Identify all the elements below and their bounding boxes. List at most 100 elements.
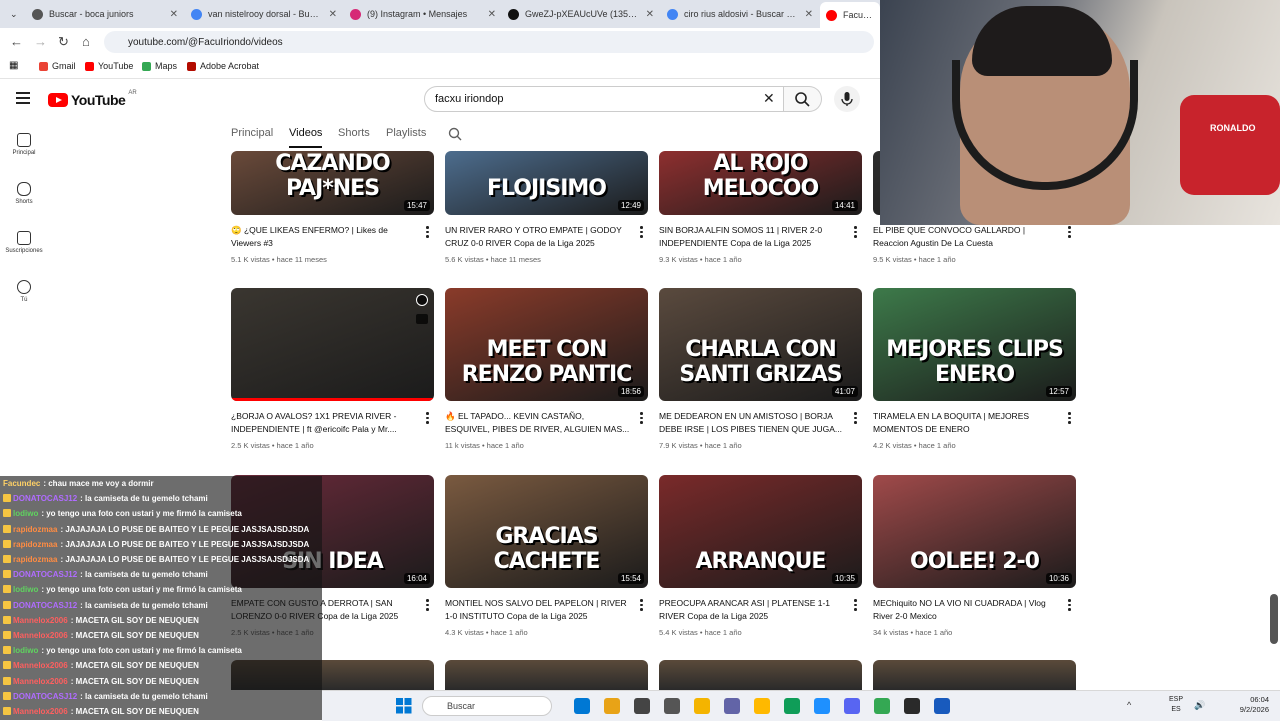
video-thumbnail[interactable]: CHARLA CON SANTI GRIZAS 41:07 xyxy=(659,288,862,401)
search-input[interactable]: facxu iriondop xyxy=(424,86,784,112)
guide-item-you[interactable]: Tú xyxy=(0,280,48,303)
chat-message: rapidozmaa: JAJAJAJA LO PUSE DE BAITEO Y… xyxy=(3,537,309,552)
tab-search-icon[interactable]: ⌄ xyxy=(4,4,22,24)
video-thumbnail[interactable] xyxy=(231,288,434,401)
video-title[interactable]: MEChiquito NO LA VIO NI CUADRADA | Vlog … xyxy=(873,597,1058,623)
video-thumbnail-partial[interactable] xyxy=(659,660,862,690)
guide-item-subscriptions[interactable]: Suscripciones xyxy=(0,231,48,254)
apps-grid-icon[interactable]: ▦ xyxy=(9,60,18,71)
browser-tab[interactable]: ciro rius aldosivi - Buscar con Google ✕ xyxy=(661,4,819,24)
taskbar-app-icon[interactable] xyxy=(574,698,590,714)
taskbar-app-icon[interactable] xyxy=(664,698,680,714)
browser-tab[interactable]: (9) Instagram • Mensajes ✕ xyxy=(344,4,502,24)
more-actions-icon[interactable] xyxy=(640,226,643,240)
tray-chevron-icon[interactable]: ^ xyxy=(1127,700,1131,710)
tab-principal[interactable]: Principal xyxy=(231,127,273,139)
voice-search-button[interactable] xyxy=(834,86,860,112)
chat-message: DONATOCASJ12: la camiseta de tu gemelo t… xyxy=(3,598,208,613)
bookmark-maps[interactable]: Maps xyxy=(142,61,177,71)
taskbar-app-icon[interactable] xyxy=(694,698,710,714)
browser-tab[interactable]: Buscar - boca juniors ✕ xyxy=(26,4,184,24)
video-thumbnail[interactable]: GRACIAS CACHETE 15:54 xyxy=(445,475,648,588)
keyboard-language[interactable]: ESP ES xyxy=(1169,695,1183,715)
video-thumbnail[interactable]: AL ROJO MELOCOO 14:41 xyxy=(659,151,862,215)
taskbar-app-icon[interactable] xyxy=(604,698,620,714)
taskbar-search[interactable]: Buscar xyxy=(422,696,552,716)
more-actions-icon[interactable] xyxy=(640,412,643,426)
close-tab-icon[interactable]: ✕ xyxy=(329,9,337,20)
browser-tab[interactable]: van nistelrooy dorsal - Buscar con Googl… xyxy=(185,4,343,24)
video-thumbnail-partial[interactable] xyxy=(445,660,648,690)
more-actions-icon[interactable] xyxy=(1068,412,1071,426)
video-thumbnail-partial[interactable] xyxy=(873,660,1076,690)
guide-item-shorts[interactable]: Shorts xyxy=(0,182,48,205)
browser-tab[interactable]: Facu Iriondo xyxy=(820,2,880,28)
chat-message: rapidozmaa: JAJAJAJA LO PUSE DE BAITEO Y… xyxy=(3,522,309,537)
video-title[interactable]: SIN BORJA ALFIN SOMOS 11 | RIVER 2-0 IND… xyxy=(659,224,844,250)
search-button[interactable] xyxy=(784,86,822,112)
more-actions-icon[interactable] xyxy=(426,412,429,426)
clear-search-icon[interactable]: ✕ xyxy=(763,90,775,107)
home-icon[interactable]: ⌂ xyxy=(82,34,90,49)
taskbar-app-icon[interactable] xyxy=(814,698,830,714)
tab-videos[interactable]: Videos xyxy=(289,127,323,148)
windows-start-icon[interactable] xyxy=(396,698,412,714)
chat-badge-icon xyxy=(3,509,11,518)
tab-playlists[interactable]: Playlists xyxy=(386,127,426,139)
address-bar[interactable]: youtube.com/@FacuIriondo/videos xyxy=(104,31,874,53)
more-actions-icon[interactable] xyxy=(1068,226,1071,240)
forward-icon[interactable]: → xyxy=(34,34,47,49)
video-thumbnail[interactable]: MEJORES CLIPS ENERO 12:57 xyxy=(873,288,1076,401)
more-actions-icon[interactable] xyxy=(426,599,429,613)
hamburger-menu-icon[interactable] xyxy=(16,92,30,107)
more-actions-icon[interactable] xyxy=(854,599,857,613)
more-actions-icon[interactable] xyxy=(854,412,857,426)
volume-icon[interactable]: 🔊 xyxy=(1194,700,1205,711)
taskbar-app-icon[interactable] xyxy=(934,698,950,714)
video-title[interactable]: 🙄 ¿QUE LIKEAS ENFERMO? | Likes de Viewer… xyxy=(231,224,416,250)
video-title[interactable]: UN RIVER RARO Y OTRO EMPATE | GODOY CRUZ… xyxy=(445,224,630,250)
more-actions-icon[interactable] xyxy=(854,226,857,240)
tab-shorts[interactable]: Shorts xyxy=(338,127,370,139)
more-actions-icon[interactable] xyxy=(640,599,643,613)
channel-search-icon[interactable] xyxy=(448,127,462,141)
more-actions-icon[interactable] xyxy=(426,226,429,240)
close-tab-icon[interactable]: ✕ xyxy=(646,9,654,20)
taskbar-app-icon[interactable] xyxy=(634,698,650,714)
watch-later-icon[interactable] xyxy=(416,294,428,306)
bookmark-adobe-acrobat[interactable]: Adobe Acrobat xyxy=(187,61,259,71)
video-thumbnail[interactable]: MEET CON RENZO PANTIC 18:56 xyxy=(445,288,648,401)
video-thumbnail[interactable]: ARRANQUE 10:35 xyxy=(659,475,862,588)
more-actions-icon[interactable] xyxy=(1068,599,1071,613)
video-title[interactable]: MONTIEL NOS SALVO DEL PAPELON | RIVER 1-… xyxy=(445,597,630,623)
taskbar-app-icon[interactable] xyxy=(874,698,890,714)
page-scrollbar[interactable] xyxy=(1270,594,1278,644)
bookmark-youtube[interactable]: YouTube xyxy=(85,61,133,71)
close-tab-icon[interactable]: ✕ xyxy=(488,9,496,20)
taskbar-clock[interactable]: 06:04 9/2/2026 xyxy=(1227,695,1269,715)
video-thumbnail[interactable]: FLOJISIMO 12:49 xyxy=(445,151,648,215)
taskbar-app-icon[interactable] xyxy=(724,698,740,714)
video-title[interactable]: ME DEDEARON EN UN AMISTOSO | BORJA DEBE … xyxy=(659,410,844,436)
back-icon[interactable]: ← xyxy=(10,34,23,49)
browser-tab[interactable]: GweZJ-pXEAUcUVe (1352×739) ✕ xyxy=(502,4,660,24)
close-tab-icon[interactable]: ✕ xyxy=(170,9,178,20)
video-title[interactable]: ¿BORJA O AVALOS? 1X1 PREVIA RIVER - INDE… xyxy=(231,410,416,436)
video-thumbnail[interactable]: OOLEE! 2-0 10:36 xyxy=(873,475,1076,588)
youtube-logo[interactable]: YouTube AR xyxy=(48,90,137,108)
video-thumbnail[interactable]: CAZANDO PAJ*NES 15:47 xyxy=(231,151,434,215)
taskbar-app-icon[interactable] xyxy=(784,698,800,714)
guide-item-home[interactable]: Principal xyxy=(0,133,48,156)
video-title[interactable]: PREOCUPA ARANCAR ASI | PLATENSE 1-1 RIVE… xyxy=(659,597,844,623)
video-title[interactable]: TIRAMELA EN LA BOQUITA | MEJORES MOMENTO… xyxy=(873,410,1058,436)
taskbar-app-icon[interactable] xyxy=(904,698,920,714)
chat-text: : yo tengo una foto con ustari y me firm… xyxy=(41,646,242,656)
close-tab-icon[interactable]: ✕ xyxy=(805,9,813,20)
video-title[interactable]: EL PIBE QUE CONVOCO GALLARDO | Reaccion … xyxy=(873,224,1058,250)
add-to-queue-icon[interactable] xyxy=(416,314,428,324)
bookmark-gmail[interactable]: Gmail xyxy=(39,61,76,71)
video-title[interactable]: 🔥 EL TAPADO... KEVIN CASTAÑO, ESQUIVEL, … xyxy=(445,410,630,436)
taskbar-app-icon[interactable] xyxy=(754,698,770,714)
taskbar-app-icon[interactable] xyxy=(844,698,860,714)
reload-icon[interactable]: ↻ xyxy=(58,34,69,50)
